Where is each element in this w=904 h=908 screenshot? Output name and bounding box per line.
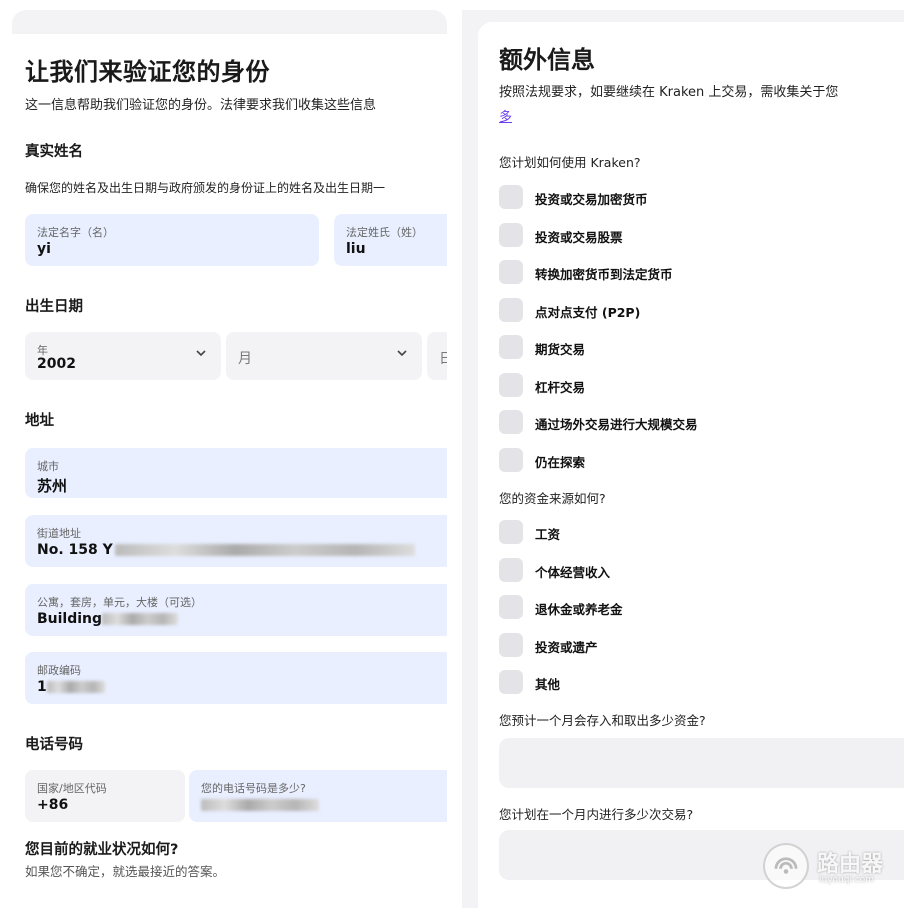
street-address-value: No. 158 Y [37,542,415,558]
funds-source-option-label: 其他 [535,677,561,692]
funds-source-option-label: 投资或遗产 [535,639,598,655]
additional-info-panel: 额外信息 按照法规要求，如要继续在 Kraken 上交易，需收集关于您 多 您计… [478,22,904,908]
country-code-field[interactable]: 国家/地区代码 +86 [25,770,185,822]
employment-heading: 您目前的就业状况如何? [25,842,179,858]
page-title: 让我们来验证您的身份 [25,58,270,86]
checkbox[interactable] [499,595,523,619]
monthly-amount-select[interactable] [499,738,904,788]
funds-source-option-label: 退休金或养老金 [535,602,623,617]
watermark-name: 路由器 [817,852,884,877]
last-name-field[interactable]: 法定姓氏（姓） liu [334,214,447,266]
dob-month-placeholder: 月 [238,351,252,367]
apartment-value: Building [37,611,179,627]
dob-month-select[interactable]: 月 [226,332,422,380]
funds-source-option-label: 工资 [535,527,561,542]
first-name-value: yi [37,241,51,257]
dob-year-value: 2002 [37,356,76,372]
usage-question: 您计划如何使用 Kraken? [499,155,641,170]
apartment-label: 公寓，套房，单元，大楼（可选） [37,596,202,609]
city-field[interactable]: 城市 苏州 [25,448,447,498]
monthly-trades-question: 您计划在一个月内进行多少次交易? [499,807,694,822]
dob-heading: 出生日期 [25,299,83,315]
street-address-label: 街道地址 [37,527,81,540]
checkbox[interactable] [499,557,523,582]
usage-option-label: 转换加密货币到法定货币 [535,267,673,282]
checkbox[interactable] [499,185,523,209]
postal-code-label: 邮政编码 [37,664,81,677]
learn-more-link[interactable]: 多 [499,106,512,125]
chevron-down-icon [196,350,206,357]
employment-hint: 如果您不确定，就选最接近的答案。 [25,864,226,879]
country-code-label: 国家/地区代码 [37,782,107,795]
watermark: 路由器 luyouqi.com [763,843,904,893]
phone-heading: 电话号码 [25,737,83,753]
address-heading: 地址 [25,413,54,429]
city-label: 城市 [37,460,59,473]
phone-number-value [201,797,319,813]
checkbox[interactable] [499,260,523,284]
checkbox[interactable] [499,670,523,694]
usage-option-label: 投资或交易股票 [535,229,623,245]
street-address-field[interactable]: 街道地址 No. 158 Y [25,515,447,567]
usage-option-label: 期货交易 [535,342,586,357]
checkbox[interactable] [499,372,523,397]
chevron-down-icon [397,350,407,357]
checkbox[interactable] [499,520,523,544]
additional-info-intro: 按照法规要求，如要继续在 Kraken 上交易，需收集关于您 [499,85,839,100]
checkbox[interactable] [499,632,523,657]
identity-verification-panel: 让我们来验证您的身份 这一信息帮助我们验证您的身份。法律要求我们收集这些信息 真… [12,10,447,908]
additional-info-title: 额外信息 [499,46,595,74]
phone-number-field[interactable]: 您的电话号码是多少? [189,770,447,822]
checkbox[interactable] [499,222,523,247]
postal-code-value: 1 [37,679,105,695]
legal-name-note: 确保您的姓名及出生日期与政府颁发的身份证上的姓名及出生日期一 [25,181,386,195]
last-name-label: 法定姓氏（姓） [346,226,423,239]
first-name-field[interactable]: 法定名字（名） yi [25,214,319,266]
redacted-blur [201,799,319,811]
first-name-label: 法定名字（名） [37,226,114,239]
city-value: 苏州 [37,477,68,495]
checkbox[interactable] [499,447,523,472]
legal-name-heading: 真实姓名 [25,144,83,160]
panel-top-strip [12,10,447,34]
usage-option-label: 仍在探索 [535,454,586,470]
redacted-blur [102,613,179,625]
phone-number-label: 您的电话号码是多少? [201,782,306,795]
postal-code-field[interactable]: 邮政编码 1 [25,652,447,704]
redacted-blur [46,681,105,693]
apartment-field[interactable]: 公寓，套房，单元，大楼（可选） Building [25,584,447,636]
checkbox[interactable] [499,335,523,359]
usage-option-label: 通过场外交易进行大规模交易 [535,417,698,432]
dob-day-placeholder: 日 [439,351,447,367]
funds-source-option-label: 个体经营收入 [535,564,611,580]
dob-day-select[interactable]: 日 [427,332,447,380]
funds-source-question: 您的资金来源如何? [499,491,606,506]
dob-year-select[interactable]: 年 2002 [25,332,221,380]
router-logo-icon [763,843,809,889]
redacted-blur [114,544,415,556]
checkbox[interactable] [499,410,523,434]
usage-option-label: 投资或交易加密货币 [535,192,648,207]
watermark-domain: luyouqi.com [819,875,875,885]
usage-option-label: 点对点支付 (P2P) [535,304,641,320]
monthly-amount-question: 您预计一个月会存入和取出多少资金? [499,713,706,728]
last-name-value: liu [346,241,366,257]
country-code-value: +86 [37,797,69,813]
page-subtitle: 这一信息帮助我们验证您的身份。法律要求我们收集这些信息 [25,98,377,113]
usage-option-label: 杠杆交易 [535,379,586,395]
checkbox[interactable] [499,297,523,322]
